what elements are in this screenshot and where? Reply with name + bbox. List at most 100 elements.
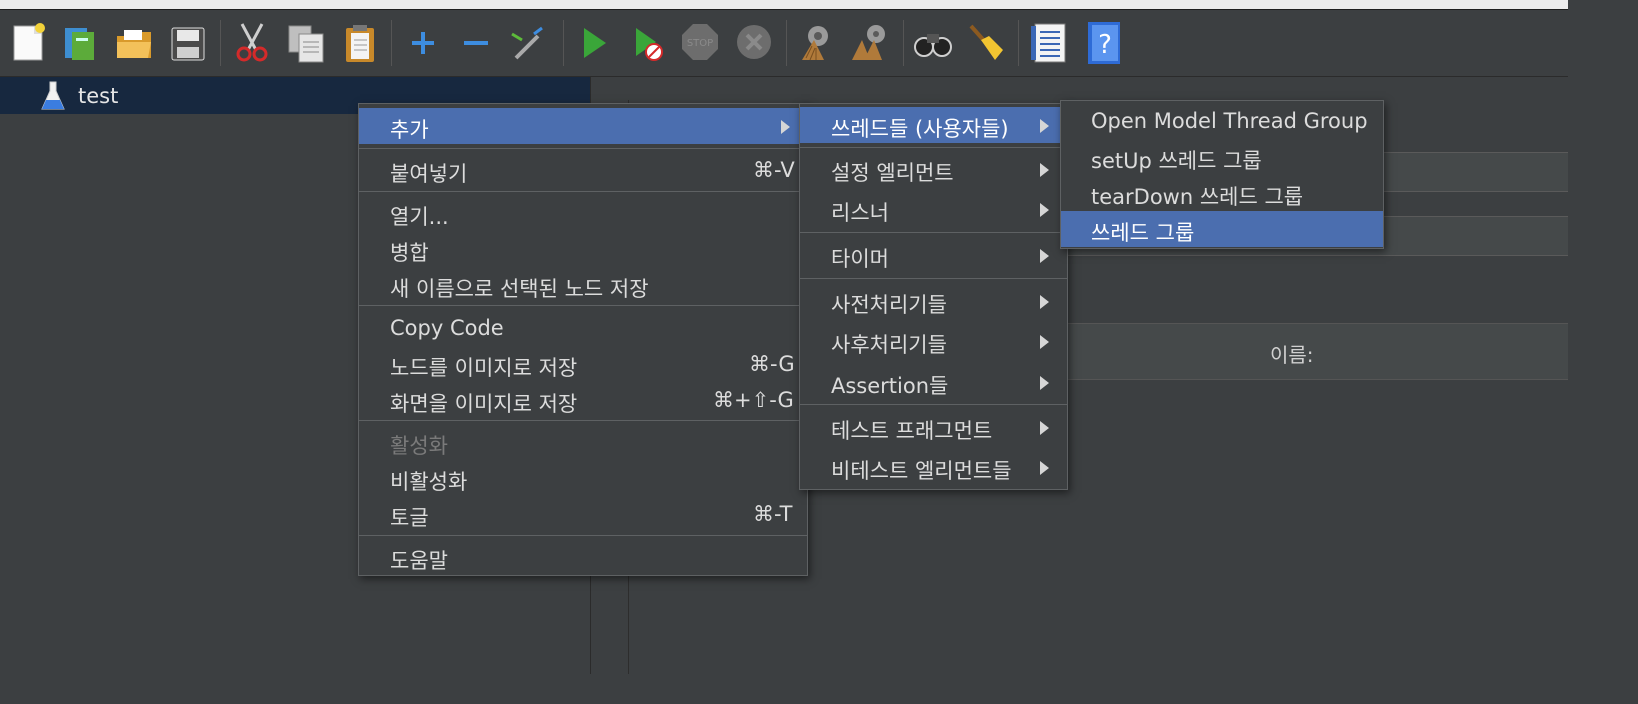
menu-item-help[interactable]: 도움말	[359, 539, 807, 575]
shutdown-icon	[734, 20, 774, 64]
toggle-icon[interactable]	[508, 20, 548, 64]
menu-separator	[359, 420, 807, 421]
svg-text:?: ?	[1098, 30, 1112, 60]
menu-item-enable: 활성화	[359, 424, 807, 460]
copy-icon[interactable]	[286, 20, 326, 64]
submenu-arrow-icon	[1040, 295, 1049, 309]
menu-separator	[359, 148, 807, 149]
clear-icon[interactable]	[796, 20, 836, 64]
save-icon[interactable]	[168, 20, 208, 64]
paste-icon[interactable]	[340, 20, 380, 64]
menu-item-label: 비활성화	[390, 470, 468, 494]
menu-item-label: 활성화	[390, 434, 448, 458]
submenu-item-open-model-thread-group[interactable]: Open Model Thread Group	[1061, 103, 1383, 139]
test-plan-icon	[40, 80, 66, 116]
menu-item-label: 테스트 프래그먼트	[831, 419, 993, 443]
menu-shortcut: ⌘+⇧-G	[713, 388, 794, 412]
menu-item-disable[interactable]: 비활성화	[359, 460, 807, 496]
menu-item-label: 새 이름으로 선택된 노드 저장	[390, 277, 649, 301]
menu-separator	[359, 535, 807, 536]
expand-icon[interactable]	[403, 20, 443, 64]
stop-icon: STOP	[680, 20, 720, 64]
clear-all-icon[interactable]	[850, 20, 890, 64]
menu-item-label: 도움말	[390, 549, 448, 573]
menu-item-save-node-image[interactable]: 노드를 이미지로 저장 ⌘-G	[359, 346, 807, 382]
menu-item-label: Open Model Thread Group	[1091, 109, 1368, 133]
submenu-arrow-icon	[1040, 203, 1049, 217]
reset-search-icon[interactable]	[965, 20, 1005, 64]
menu-separator	[800, 232, 1067, 233]
menu-item-label: 쓰레드들 (사용자들)	[831, 117, 1009, 141]
start-no-pauses-icon[interactable]	[628, 20, 668, 64]
submenu-item-config[interactable]: 설정 엘리먼트	[800, 151, 1067, 187]
menu-shortcut: ⌘-V	[753, 158, 795, 182]
name-column-header: 이름:	[1270, 343, 1314, 367]
menu-item-paste[interactable]: 붙여넣기 ⌘-V	[359, 152, 807, 188]
new-icon[interactable]	[10, 20, 50, 64]
submenu-arrow-icon	[1040, 335, 1049, 349]
submenu-item-non-test-elements[interactable]: 비테스트 엘리먼트들	[800, 449, 1067, 485]
menu-item-label: tearDown 쓰레드 그룹	[1091, 185, 1304, 209]
menu-item-label: setUp 쓰레드 그룹	[1091, 149, 1262, 173]
window-top-strip	[0, 0, 1568, 10]
submenu-item-post-processors[interactable]: 사후처리기들	[800, 323, 1067, 359]
menu-item-label: 노드를 이미지로 저장	[390, 356, 578, 380]
submenu-arrow-icon	[1040, 421, 1049, 435]
collapse-icon[interactable]	[456, 20, 496, 64]
toolbar-separator	[903, 20, 904, 66]
cut-icon[interactable]	[232, 20, 272, 64]
submenu-item-setup-thread-group[interactable]: setUp 쓰레드 그룹	[1061, 139, 1383, 175]
menu-item-label: 설정 엘리먼트	[831, 161, 954, 185]
menu-item-label: 쓰레드 그룹	[1091, 221, 1195, 245]
menu-item-label: Assertion들	[831, 374, 949, 398]
start-icon[interactable]	[574, 20, 614, 64]
threads-submenu: Open Model Thread Group setUp 쓰레드 그룹 tea…	[1060, 100, 1384, 249]
submenu-arrow-icon	[1040, 163, 1049, 177]
submenu-item-timer[interactable]: 타이머	[800, 237, 1067, 273]
add-submenu: 쓰레드들 (사용자들) 설정 엘리먼트 리스너 타이머 사전처리기들 사후처리기…	[799, 103, 1068, 490]
menu-item-label: 추가	[390, 118, 429, 142]
menu-separator	[359, 305, 807, 306]
submenu-arrow-icon	[1040, 249, 1049, 263]
submenu-arrow-icon	[1040, 461, 1049, 475]
svg-text:STOP: STOP	[687, 38, 713, 49]
menu-separator	[800, 404, 1067, 405]
submenu-item-assertions[interactable]: Assertion들	[800, 364, 1067, 400]
menu-item-save-as[interactable]: 새 이름으로 선택된 노드 저장	[359, 267, 807, 303]
menu-item-label: 병합	[390, 241, 429, 265]
toolbar-separator	[391, 20, 392, 66]
menu-shortcut: ⌘-T	[753, 502, 793, 526]
menu-item-label: 사후처리기들	[831, 333, 947, 357]
submenu-item-threads[interactable]: 쓰레드들 (사용자들)	[800, 107, 1067, 143]
context-menu: 추가 붙여넣기 ⌘-V 열기... 병합 새 이름으로 선택된 노드 저장 Co…	[358, 103, 808, 576]
templates-icon[interactable]	[60, 20, 100, 64]
menu-separator	[359, 191, 807, 192]
menu-item-save-screen-image[interactable]: 화면을 이미지로 저장 ⌘+⇧-G	[359, 382, 807, 418]
submenu-item-listener[interactable]: 리스너	[800, 191, 1067, 227]
menu-item-merge[interactable]: 병합	[359, 231, 807, 267]
menu-item-label: 토글	[390, 506, 429, 530]
submenu-arrow-icon	[1040, 119, 1049, 133]
toolbar-separator	[1018, 20, 1019, 66]
menu-item-label: Copy Code	[390, 316, 504, 340]
search-icon[interactable]	[913, 20, 953, 64]
function-helper-icon[interactable]	[1029, 20, 1069, 64]
menu-item-copy-code[interactable]: Copy Code	[359, 310, 807, 346]
toolbar: STOP ?	[0, 10, 1568, 77]
menu-item-add[interactable]: 추가	[359, 108, 807, 144]
submenu-item-teardown-thread-group[interactable]: tearDown 쓰레드 그룹	[1061, 175, 1383, 211]
menu-separator	[800, 278, 1067, 279]
toolbar-separator	[786, 20, 787, 66]
menu-item-label: 붙여넣기	[390, 162, 468, 186]
menu-item-open[interactable]: 열기...	[359, 195, 807, 231]
menu-separator	[800, 147, 1067, 148]
open-icon[interactable]	[114, 20, 154, 64]
help-icon[interactable]: ?	[1084, 20, 1124, 64]
submenu-item-test-fragment[interactable]: 테스트 프래그먼트	[800, 409, 1067, 445]
toolbar-separator	[220, 20, 221, 66]
menu-item-toggle[interactable]: 토글 ⌘-T	[359, 496, 807, 532]
submenu-item-thread-group[interactable]: 쓰레드 그룹	[1061, 211, 1383, 247]
submenu-item-pre-processors[interactable]: 사전처리기들	[800, 283, 1067, 319]
menu-shortcut: ⌘-G	[749, 352, 795, 376]
submenu-arrow-icon	[1040, 376, 1049, 390]
